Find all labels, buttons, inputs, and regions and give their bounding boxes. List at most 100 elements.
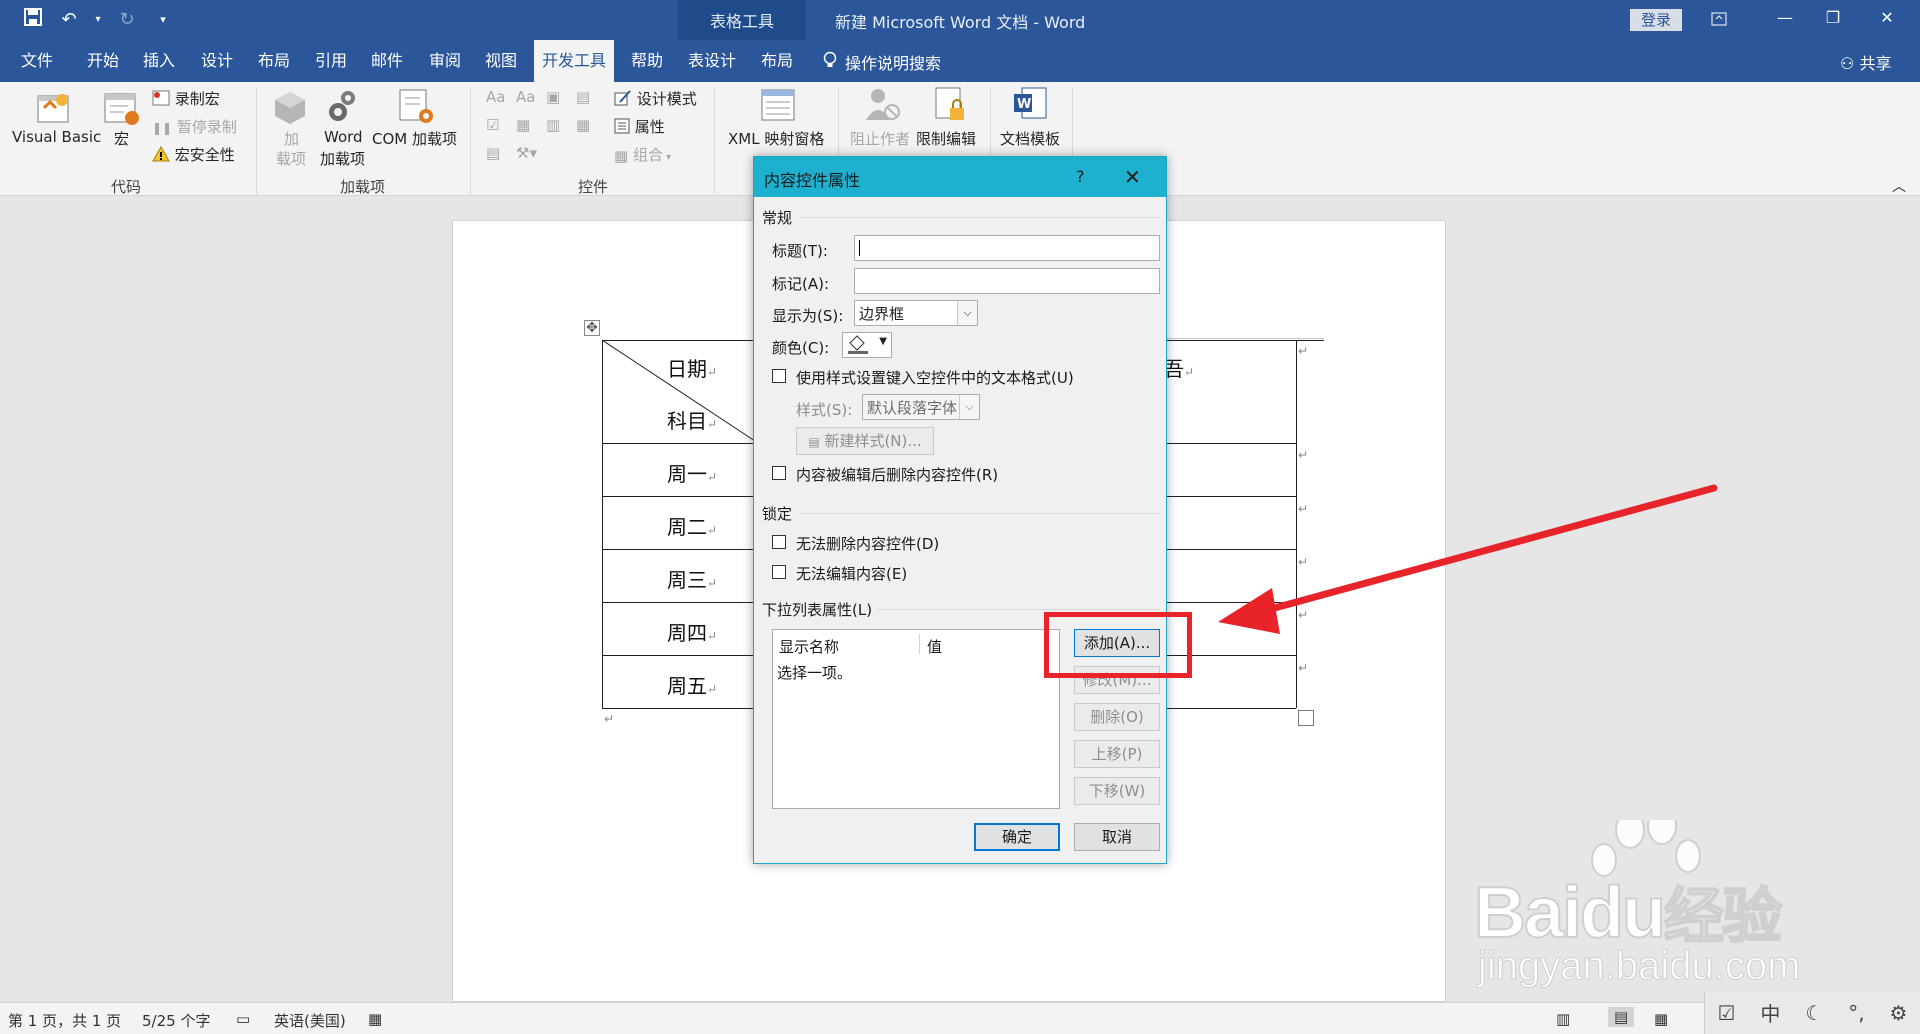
tab-table-design[interactable]: 表设计 [682, 40, 742, 82]
word-count[interactable]: 5/25 个字 [142, 1010, 210, 1031]
dropdown-items-list[interactable]: 显示名称 值 选择一项。 [772, 629, 1060, 809]
record-macro-button[interactable]: 录制宏 [152, 88, 220, 110]
customize-qat-icon[interactable]: ▾ [152, 13, 174, 26]
gear-icon[interactable]: ⚙ [1890, 1001, 1908, 1025]
table-move-handle-icon[interactable]: ✥ [584, 320, 600, 336]
document-template-button[interactable]: 文档模板 [1000, 128, 1060, 149]
color-picker[interactable]: ▼ [842, 332, 892, 358]
repeating-section-control-icon[interactable]: ▤ [486, 144, 500, 162]
dialog-title-bar[interactable]: 内容控件属性 ? ✕ [754, 157, 1166, 197]
xml-mapping-pane-button[interactable]: XML 映射窗格 [728, 128, 824, 149]
tab-review[interactable]: 审阅 [420, 40, 470, 82]
date-picker-control-icon[interactable]: ▦ [576, 116, 590, 134]
header-date[interactable]: 日期↵ [667, 353, 717, 382]
collapse-ribbon-icon[interactable]: ︿ [1892, 176, 1906, 196]
legacy-tools-icon[interactable]: ⚒▾ [516, 144, 537, 162]
dropdown-list-control-icon[interactable]: ▥ [546, 116, 560, 134]
properties-button[interactable]: 属性 [614, 116, 665, 138]
tab-mailings[interactable]: 邮件 [362, 40, 412, 82]
tab-layout[interactable]: 布局 [249, 40, 299, 82]
save-icon[interactable] [22, 8, 44, 31]
share-button[interactable]: ⚇ 共享 [1840, 50, 1891, 74]
table-resize-handle[interactable] [1298, 710, 1314, 726]
macros-button[interactable]: 宏 [114, 128, 129, 149]
cannot-delete-checkbox[interactable] [772, 535, 786, 549]
plain-text-control-icon[interactable]: Aa [516, 88, 535, 106]
tab-help[interactable]: 帮助 [622, 40, 672, 82]
language-indicator[interactable]: 英语(美国) [274, 1010, 346, 1031]
punctuation-icon[interactable]: °, [1848, 1001, 1864, 1025]
header-partial[interactable]: 吾↵ [1164, 353, 1194, 382]
checkbox-control-icon[interactable]: ☑ [486, 116, 499, 134]
new-style-button[interactable]: ▤ 新建样式(N)... [796, 427, 934, 455]
read-mode-icon[interactable]: ▥ [1556, 1010, 1570, 1028]
undo-dropdown-icon[interactable]: ▾ [94, 14, 102, 25]
combo-box-control-icon[interactable]: ▦ [516, 116, 530, 134]
login-button[interactable]: 登录 [1630, 9, 1682, 31]
moon-icon[interactable]: ☾ [1805, 1001, 1823, 1025]
divider [800, 513, 1160, 514]
show-as-select[interactable]: 边界框 ⌵ [854, 300, 978, 326]
proofing-icon[interactable]: ▭ [236, 1010, 250, 1028]
title-input[interactable] [854, 235, 1160, 261]
macro-security-button[interactable]: 宏安全性 [152, 144, 235, 166]
row-label-thu[interactable]: 周四↵ [667, 617, 717, 646]
row-label-fri[interactable]: 周五↵ [667, 670, 717, 699]
checkbox-tray-icon[interactable]: ☑ [1717, 1001, 1735, 1025]
remove-when-edited-checkbox[interactable] [772, 466, 786, 480]
building-block-control-icon[interactable]: ▤ [576, 88, 590, 106]
tab-design[interactable]: 设计 [192, 40, 242, 82]
undo-icon[interactable]: ↶ [58, 9, 80, 30]
tab-table-layout[interactable]: 布局 [752, 40, 802, 82]
tag-input[interactable] [854, 268, 1160, 294]
picture-control-icon[interactable]: ▣ [546, 88, 560, 106]
tab-developer[interactable]: 开发工具 [534, 40, 614, 82]
redo-icon[interactable]: ↻ [116, 9, 138, 30]
close-icon[interactable]: ✕ [1872, 8, 1902, 32]
web-layout-icon[interactable]: ▦ [1654, 1010, 1668, 1028]
pause-recording-button[interactable]: ❚❚ 暂停录制 [152, 116, 237, 137]
tab-home[interactable]: 开始 [78, 40, 128, 82]
restrict-editing-button[interactable]: 限制编辑 [916, 128, 976, 149]
tab-view[interactable]: 视图 [476, 40, 526, 82]
column-header-value[interactable]: 值 [927, 636, 942, 657]
list-item[interactable]: 选择一项。 [777, 662, 852, 683]
tab-insert[interactable]: 插入 [134, 40, 184, 82]
use-style-checkbox[interactable] [772, 369, 786, 383]
print-layout-icon[interactable]: ▤ [1608, 1007, 1635, 1027]
ok-button[interactable]: 确定 [974, 823, 1060, 851]
block-authors-button[interactable]: 阻止作者 [850, 128, 910, 149]
cancel-button[interactable]: 取消 [1074, 823, 1160, 851]
ime-mode-indicator[interactable]: 中 [1760, 998, 1780, 1027]
row-label-tue[interactable]: 周二↵ [667, 511, 717, 540]
com-addins-button[interactable]: COM 加载项 [372, 128, 457, 149]
macro-recording-icon[interactable]: ▦ [368, 1010, 382, 1028]
ribbon-display-options-icon[interactable] [1704, 8, 1734, 32]
tell-me-search[interactable]: 操作说明搜索 [823, 50, 941, 74]
tab-file[interactable]: 文件 [12, 40, 62, 82]
page-count[interactable]: 第 1 页，共 1 页 [8, 1010, 121, 1031]
visual-basic-button[interactable]: Visual Basic [12, 128, 101, 146]
design-mode-button[interactable]: 设计模式 [614, 88, 697, 110]
move-down-button[interactable]: 下移(W) [1074, 777, 1160, 805]
word-addins-label-2[interactable]: 加载项 [320, 148, 365, 169]
help-icon[interactable]: ? [1076, 167, 1085, 186]
group-button[interactable]: ▦ 组合 ▾ [614, 144, 671, 165]
use-style-label: 使用样式设置键入空控件中的文本格式(U) [796, 369, 1074, 387]
rich-text-control-icon[interactable]: Aa [486, 88, 505, 106]
minimize-icon[interactable]: — [1770, 8, 1800, 32]
row-label-wed[interactable]: 周三↵ [667, 564, 717, 593]
style-select[interactable]: 默认段落字体 ⌵ [862, 394, 980, 420]
end-of-row-mark: ↵ [1298, 502, 1309, 516]
cannot-edit-checkbox[interactable] [772, 565, 786, 579]
tab-references[interactable]: 引用 [306, 40, 356, 82]
header-subject[interactable]: 科目↵ [667, 405, 717, 434]
remove-button[interactable]: 删除(O) [1074, 703, 1160, 731]
word-addins-label-1[interactable]: Word [324, 128, 363, 146]
close-icon[interactable]: ✕ [1124, 165, 1141, 189]
restore-icon[interactable]: ❐ [1818, 8, 1848, 32]
move-up-button[interactable]: 上移(P) [1074, 740, 1160, 768]
column-header-display-name[interactable]: 显示名称 [779, 636, 839, 657]
row-label-mon[interactable]: 周一↵ [667, 458, 717, 487]
watermark-brand: Baidu经验 [1473, 872, 1783, 954]
